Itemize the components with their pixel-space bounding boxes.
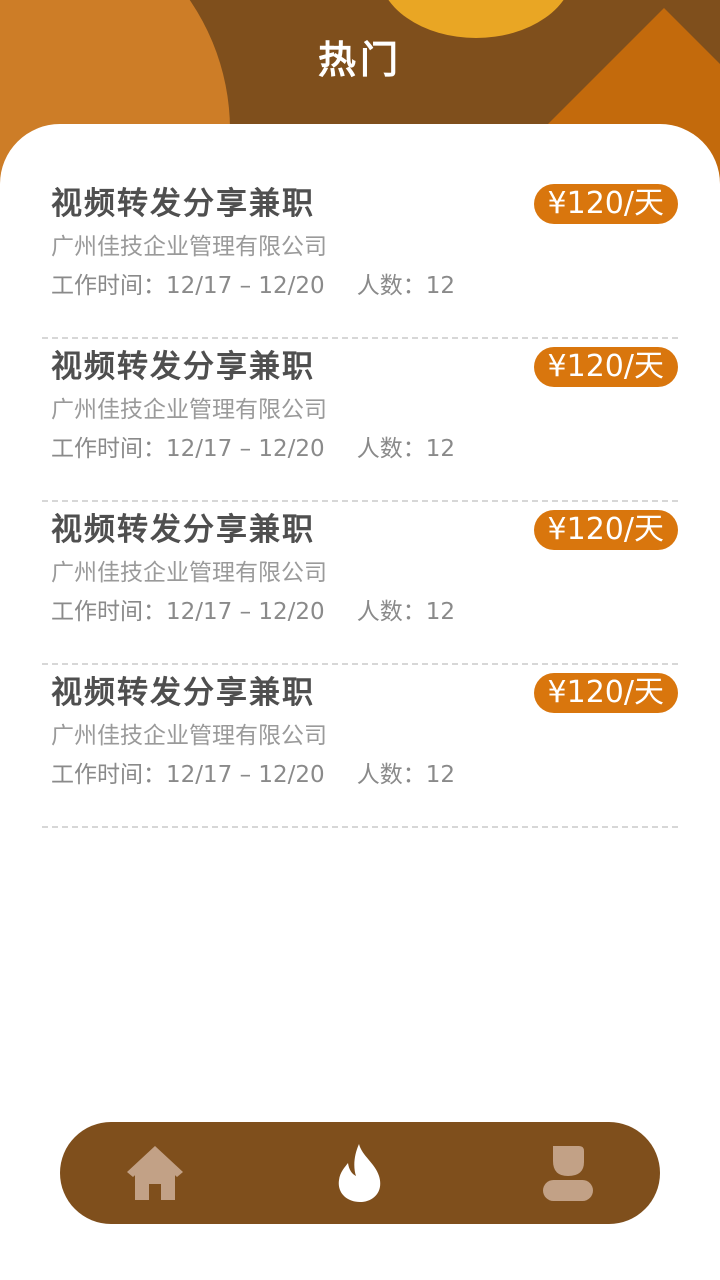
- job-list-item[interactable]: 视频转发分享兼职 ¥120/天 广州佳技企业管理有限公司 工作时间：12/17 …: [42, 176, 678, 339]
- job-headcount: 人数：12: [356, 762, 455, 788]
- job-time: 工作时间：12/17 – 12/20: [51, 273, 325, 299]
- user-icon: [543, 1146, 593, 1201]
- header-decoration-sun: [378, 0, 574, 38]
- job-time: 工作时间：12/17 – 12/20: [51, 436, 325, 462]
- job-company: 广州佳技企业管理有限公司: [51, 560, 327, 586]
- job-meta: 工作时间：12/17 – 12/20 人数：12: [51, 759, 455, 791]
- job-title: 视频转发分享兼职: [51, 349, 315, 385]
- job-list-item[interactable]: 视频转发分享兼职 ¥120/天 广州佳技企业管理有限公司 工作时间：12/17 …: [42, 339, 678, 502]
- fire-icon: [338, 1144, 381, 1202]
- job-list-item[interactable]: 视频转发分享兼职 ¥120/天 广州佳技企业管理有限公司 工作时间：12/17 …: [42, 502, 678, 665]
- nav-hot-button[interactable]: [300, 1122, 420, 1224]
- job-company: 广州佳技企业管理有限公司: [51, 234, 327, 260]
- job-meta: 工作时间：12/17 – 12/20 人数：12: [51, 270, 455, 302]
- content-card: 视频转发分享兼职 ¥120/天 广州佳技企业管理有限公司 工作时间：12/17 …: [0, 124, 720, 1280]
- job-company: 广州佳技企业管理有限公司: [51, 723, 327, 749]
- job-company: 广州佳技企业管理有限公司: [51, 397, 327, 423]
- salary-badge: ¥120/天: [533, 184, 678, 224]
- nav-profile-button[interactable]: [508, 1122, 628, 1224]
- job-headcount: 人数：12: [356, 273, 455, 299]
- salary-badge: ¥120/天: [533, 510, 678, 550]
- bottom-nav: [60, 1122, 660, 1224]
- job-list-item[interactable]: 视频转发分享兼职 ¥120/天 广州佳技企业管理有限公司 工作时间：12/17 …: [42, 665, 678, 828]
- job-headcount: 人数：12: [356, 599, 455, 625]
- salary-badge: ¥120/天: [533, 347, 678, 387]
- salary-badge: ¥120/天: [533, 673, 678, 713]
- job-meta: 工作时间：12/17 – 12/20 人数：12: [51, 596, 455, 628]
- job-meta: 工作时间：12/17 – 12/20 人数：12: [51, 433, 455, 465]
- job-title: 视频转发分享兼职: [51, 186, 315, 222]
- home-icon: [127, 1146, 183, 1200]
- job-list: 视频转发分享兼职 ¥120/天 广州佳技企业管理有限公司 工作时间：12/17 …: [42, 176, 678, 828]
- job-headcount: 人数：12: [356, 436, 455, 462]
- job-title: 视频转发分享兼职: [51, 675, 315, 711]
- page-title: 热门: [317, 38, 402, 82]
- job-time: 工作时间：12/17 – 12/20: [51, 762, 325, 788]
- job-title: 视频转发分享兼职: [51, 512, 315, 548]
- job-time: 工作时间：12/17 – 12/20: [51, 599, 325, 625]
- nav-home-button[interactable]: [95, 1122, 215, 1224]
